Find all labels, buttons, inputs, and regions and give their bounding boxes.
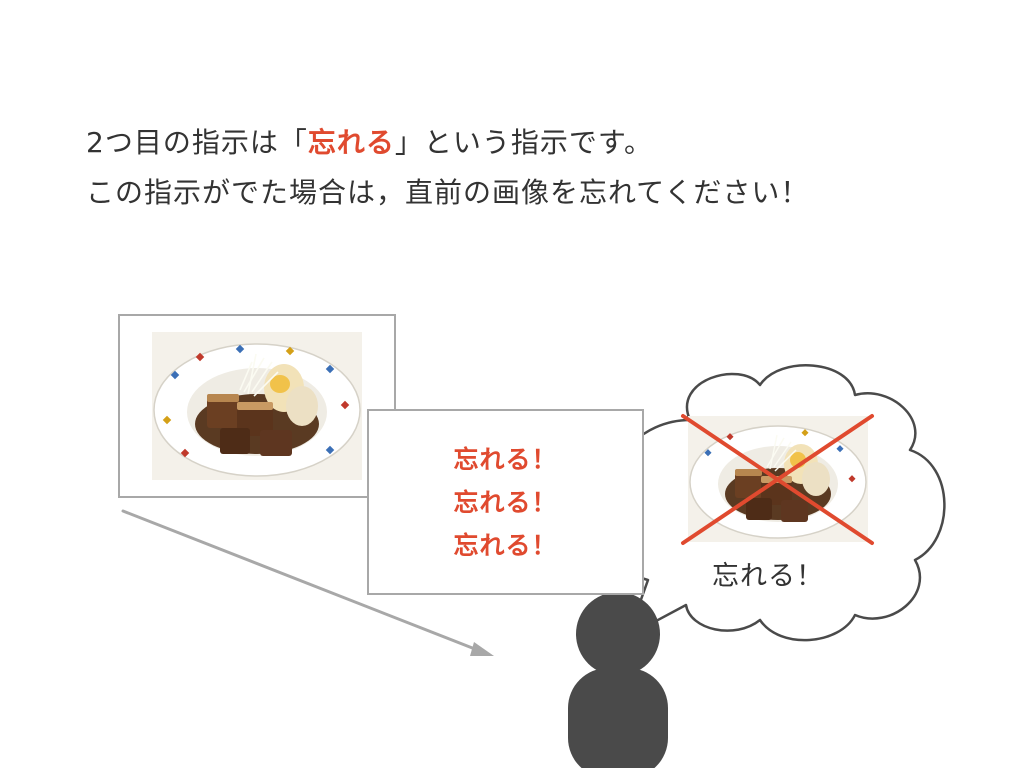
cross-out-overlay [681, 414, 874, 545]
cross-out-icon [681, 414, 874, 545]
thought-bubble-label: 忘れる！ [712, 561, 824, 592]
